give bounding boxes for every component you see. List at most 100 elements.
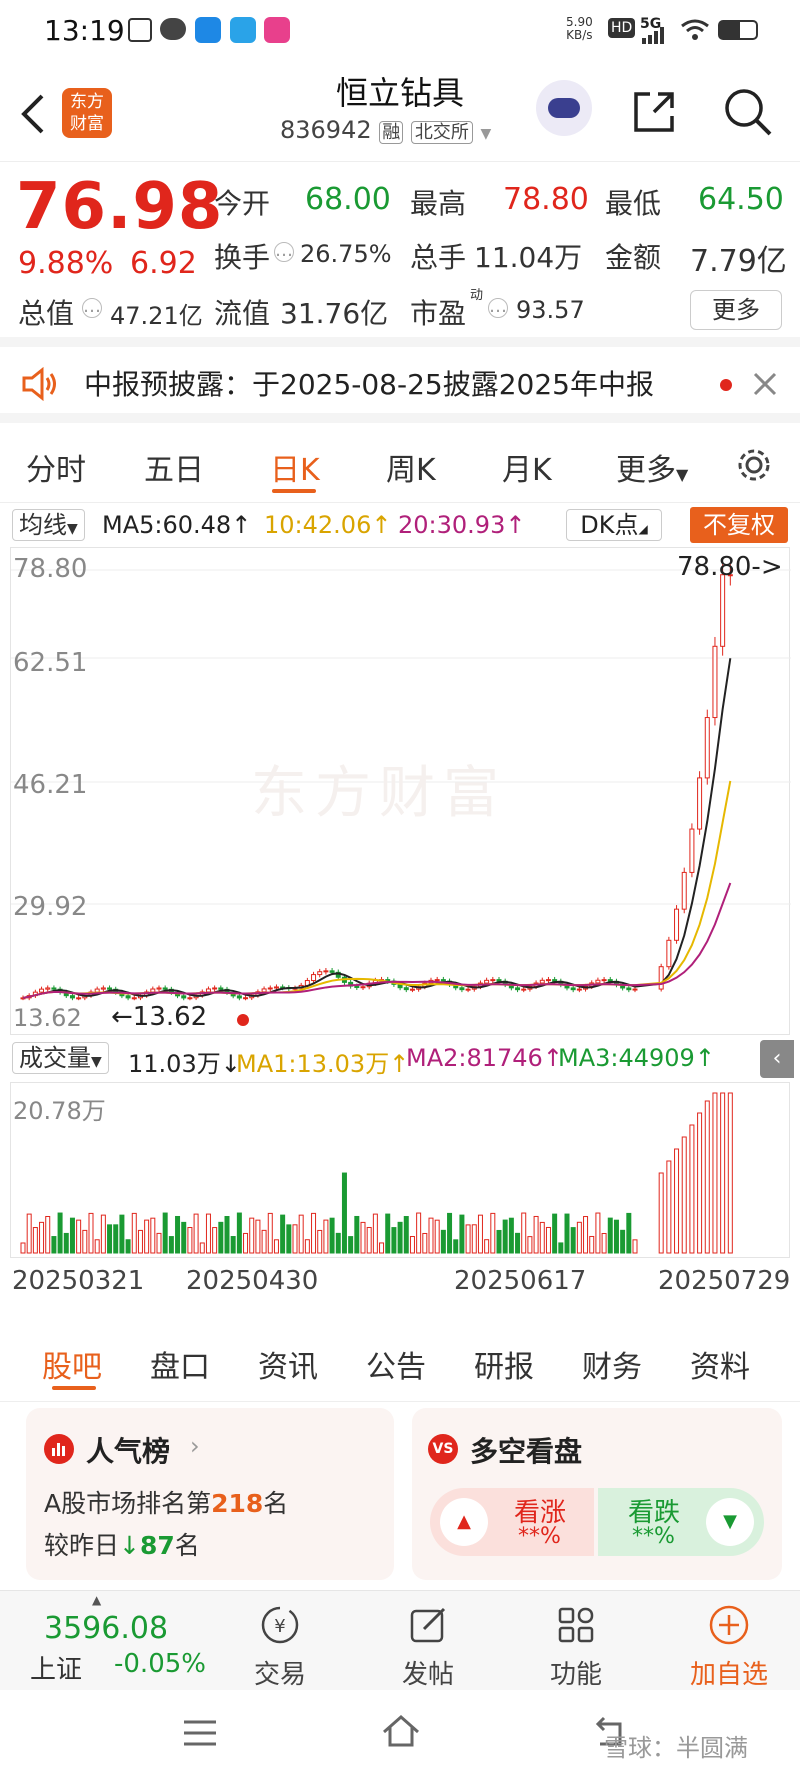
- indicator-selector[interactable]: 成交量▼: [12, 1042, 109, 1074]
- turnover-value: 26.75%: [300, 240, 392, 268]
- volume-bar: [681, 1136, 687, 1254]
- date-axis: 20250321 20250430 20250617 20250729: [0, 1266, 800, 1306]
- volume-bar: [249, 1217, 255, 1254]
- volume-bar: [564, 1213, 570, 1254]
- info-icon[interactable]: …: [274, 242, 294, 262]
- functions-button[interactable]: 功能: [526, 1603, 626, 1691]
- candle-body: [434, 979, 440, 982]
- popularity-card[interactable]: 人气榜 › A股市场排名第218名 较昨日↓87名: [26, 1408, 394, 1580]
- price-chart[interactable]: 东方财富 78.80 62.51 46.21 29.92 78.80-> 13.…: [10, 547, 791, 1035]
- volume-bar: [286, 1224, 292, 1254]
- event-dot[interactable]: [237, 1014, 249, 1026]
- info-icon[interactable]: …: [82, 298, 102, 318]
- tab-monthly-k[interactable]: 月K: [502, 445, 552, 489]
- post-label: 发帖: [401, 1660, 454, 1690]
- more-button[interactable]: 更多: [690, 290, 782, 330]
- volume-bar: [496, 1229, 502, 1254]
- candle-body: [570, 987, 576, 991]
- volume-chart[interactable]: 20.78万: [10, 1082, 790, 1258]
- close-icon[interactable]: [752, 371, 778, 397]
- post-button[interactable]: 发帖: [378, 1603, 478, 1691]
- search-icon[interactable]: [722, 86, 774, 138]
- candle-body: [329, 970, 335, 973]
- home-icon[interactable]: [380, 1712, 422, 1750]
- add-watchlist-button[interactable]: 加自选: [674, 1603, 784, 1691]
- sentiment-card[interactable]: VS 多空看盘 ▲ 看涨 **% 看跌 **% ▼: [412, 1408, 782, 1580]
- tab-research[interactable]: 研报: [474, 1342, 534, 1386]
- open-label: 今开: [214, 187, 271, 220]
- candle-body: [409, 988, 415, 991]
- speaker-icon: [22, 367, 56, 401]
- tab-more[interactable]: 更多▼: [616, 445, 688, 489]
- volume-bar: [76, 1219, 82, 1254]
- stock-code-row: 836942 融 北交所 ▼: [280, 116, 491, 144]
- volume-bar: [453, 1239, 459, 1254]
- grid-apps-icon: [558, 1607, 594, 1643]
- tab-forum[interactable]: 股吧: [42, 1342, 102, 1386]
- trade-button[interactable]: ¥ 交易: [230, 1603, 330, 1691]
- index-change: -0.05%: [114, 1649, 206, 1679]
- candle-body: [465, 988, 471, 991]
- volume-bar: [181, 1221, 187, 1254]
- candle-body: [107, 987, 113, 990]
- notice-bar[interactable]: 中报预披露：于2025-08-25披露2025年中报: [0, 347, 800, 423]
- dk-point-button[interactable]: DK点◢: [566, 509, 662, 541]
- candle-body: [440, 979, 446, 982]
- candle-body: [187, 997, 193, 1000]
- volume-bar: [107, 1224, 113, 1254]
- tab-daily-k[interactable]: 日K: [270, 445, 320, 489]
- tab-order-book[interactable]: 盘口: [150, 1342, 210, 1386]
- tab-financials[interactable]: 财务: [582, 1342, 642, 1386]
- volume-bar: [230, 1236, 236, 1254]
- volume-bar: [712, 1092, 718, 1254]
- vol-ma3: MA3:44909↑: [558, 1044, 715, 1072]
- quote-panel: 76.98 9.88% 6.92 今开 68.00 最高 78.80 最低 64…: [0, 162, 800, 347]
- dropdown-icon[interactable]: ▼: [481, 126, 492, 142]
- volume-bar: [704, 1100, 710, 1254]
- open-value: 68.00: [305, 182, 391, 217]
- volume-bar: [720, 1092, 726, 1254]
- tab-announcements[interactable]: 公告: [366, 1342, 426, 1386]
- volume-bar: [508, 1217, 514, 1254]
- adjust-button[interactable]: 不复权: [690, 507, 788, 543]
- tab-intraday[interactable]: 分时: [26, 445, 86, 489]
- price-tick: 62.51: [13, 648, 88, 678]
- volume-bar: [409, 1235, 415, 1254]
- candle-body: [273, 986, 279, 989]
- bearish-button[interactable]: 看跌 **% ▼: [598, 1488, 764, 1556]
- volume-bar: [205, 1213, 211, 1254]
- volume-bar: [477, 1214, 483, 1254]
- tab-news[interactable]: 资讯: [258, 1342, 318, 1386]
- tab-weekly-k[interactable]: 周K: [386, 445, 436, 489]
- exchange-tag: 北交所: [410, 121, 473, 144]
- tab-profile[interactable]: 资料: [690, 1342, 750, 1386]
- low-marker: ←13.62: [111, 1002, 208, 1032]
- volume-bar: [304, 1239, 310, 1254]
- info-icon[interactable]: …: [488, 298, 508, 318]
- low-tick: 13.62: [13, 1004, 82, 1032]
- volume-bar: [51, 1236, 57, 1254]
- volume-bar: [193, 1213, 199, 1254]
- date-tick: 20250617: [454, 1266, 587, 1296]
- volume-bar: [39, 1221, 45, 1254]
- watermark-text: 雪球：半圆满: [604, 1734, 748, 1762]
- volume-bar: [131, 1212, 137, 1254]
- volume-bar: [484, 1239, 490, 1254]
- volume-bar: [576, 1221, 582, 1254]
- settings-gear-icon[interactable]: [734, 445, 774, 485]
- bullish-button[interactable]: ▲ 看涨 **%: [430, 1488, 594, 1556]
- tab-five-day[interactable]: 五日: [144, 445, 204, 489]
- ma-selector[interactable]: 均线▼: [12, 509, 85, 541]
- wechat-icon: [160, 18, 186, 40]
- share-icon[interactable]: [630, 88, 678, 136]
- volume-bar: [168, 1236, 174, 1254]
- dropdown-icon: ▼: [676, 465, 689, 484]
- collapse-arrow-icon[interactable]: ‹: [760, 1040, 794, 1078]
- assistant-avatar[interactable]: [536, 80, 592, 136]
- volume-bar: [583, 1216, 589, 1254]
- down-arrow-icon: ↓: [119, 1531, 140, 1560]
- vs-icon: VS: [428, 1434, 458, 1464]
- volume-bar: [292, 1224, 298, 1254]
- menu-icon[interactable]: [182, 1718, 218, 1748]
- chart-bar-icon: [44, 1434, 74, 1464]
